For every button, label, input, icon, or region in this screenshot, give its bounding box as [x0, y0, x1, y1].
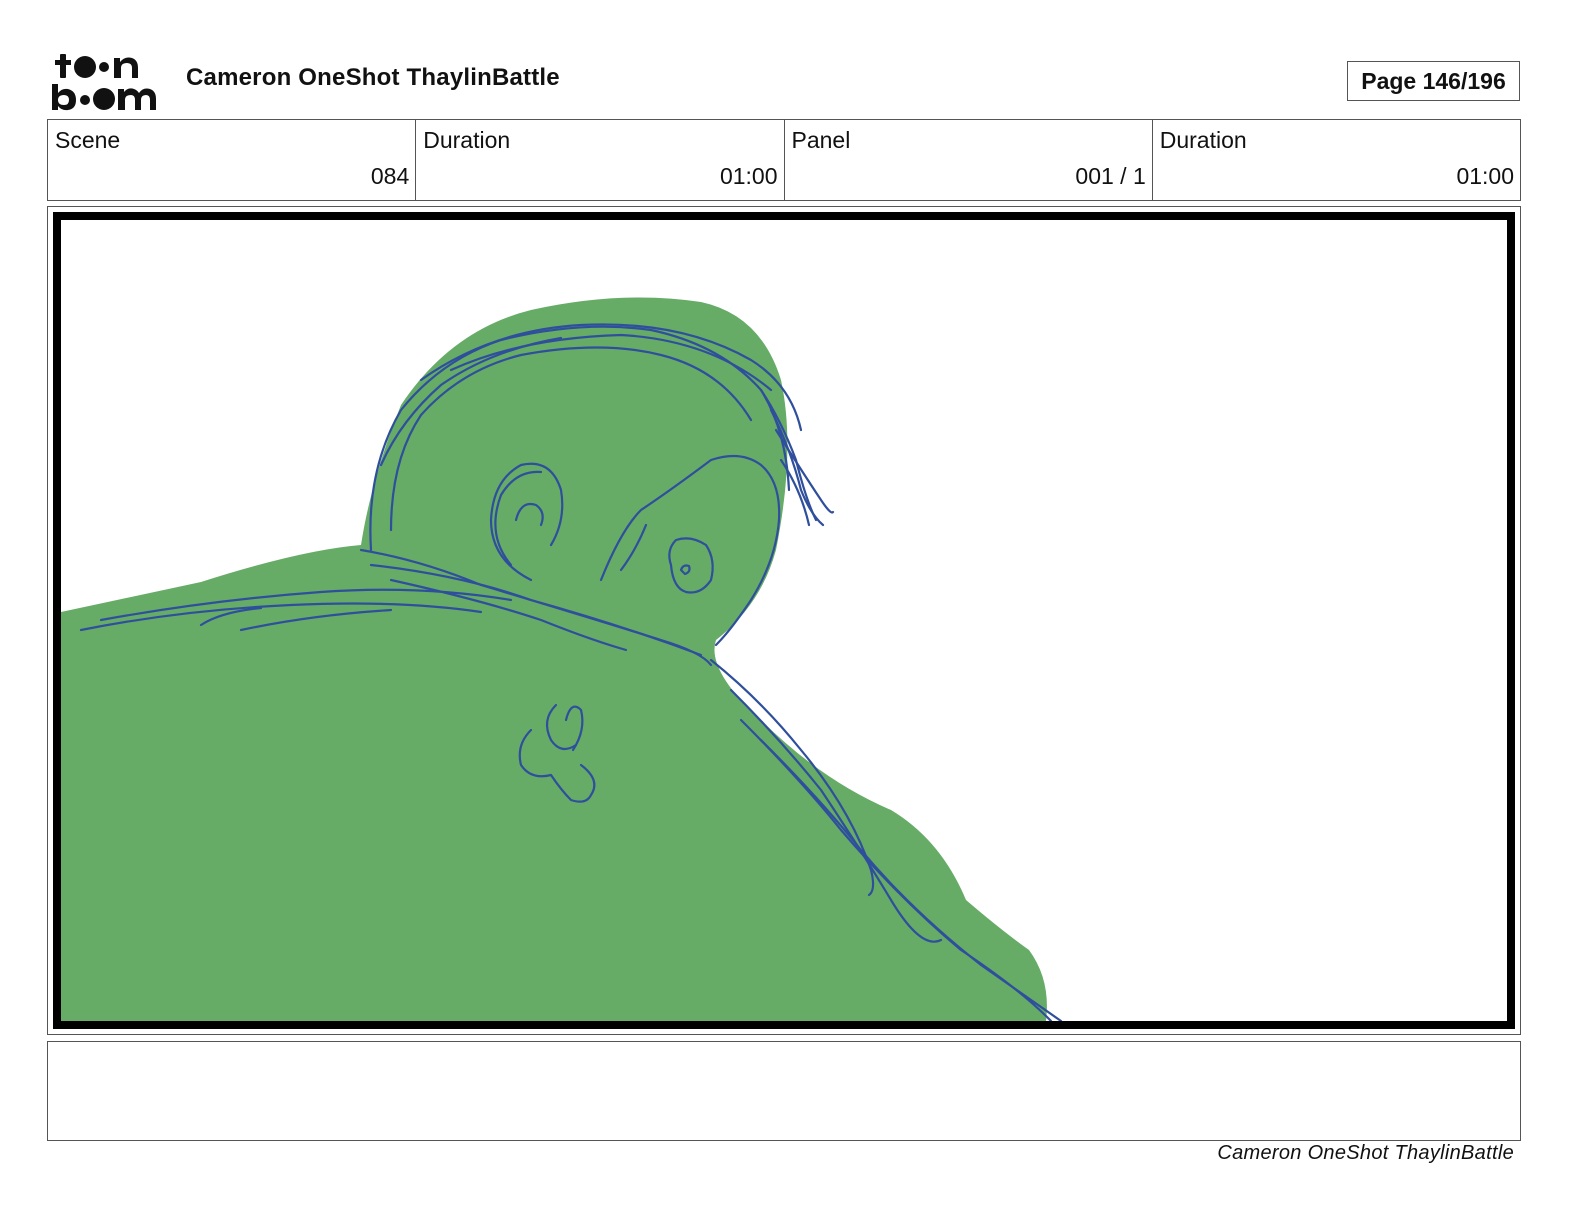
footer-title: Cameron OneShot ThaylinBattle: [1217, 1142, 1514, 1164]
logo: [50, 50, 162, 112]
storyboard-panel-frame: [47, 206, 1521, 1035]
panel-duration-label: Duration: [1159, 127, 1247, 153]
sketch-drawing: [61, 297, 1063, 1021]
panel-label: Panel: [791, 127, 851, 153]
scene-duration-value: 01:00: [719, 163, 778, 189]
scene-duration-label: Duration: [423, 127, 511, 153]
storyboard-panel-image: [53, 212, 1515, 1029]
scene-duration-cell: Duration 01:00: [416, 120, 785, 200]
document-title: Cameron OneShot ThaylinBattle: [186, 64, 560, 91]
toon-boom-logo-icon: [52, 54, 156, 111]
scene-info-row: Scene 084 Duration 01:00 Panel 001 / 1 D…: [47, 119, 1521, 201]
page-indicator: Page 146/196: [1347, 61, 1520, 101]
scene-cell: Scene 084: [48, 120, 417, 200]
panel-duration-cell: Duration 01:00: [1153, 120, 1520, 200]
panel-notes-box: [47, 1041, 1521, 1141]
scene-value: 084: [370, 163, 410, 189]
panel-value: 001 / 1: [1075, 163, 1146, 189]
panel-cell: Panel 001 / 1: [785, 120, 1153, 200]
scene-label: Scene: [55, 127, 121, 153]
panel-duration-value: 01:00: [1456, 163, 1514, 189]
